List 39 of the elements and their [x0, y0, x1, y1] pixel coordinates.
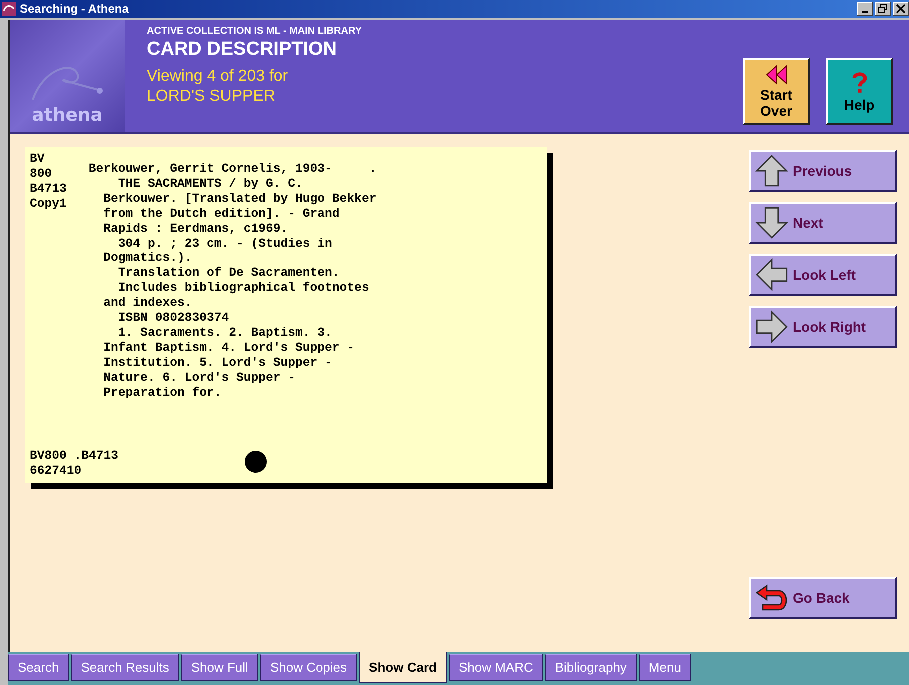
left-arrow-button[interactable]: Look Left	[749, 254, 897, 296]
down-arrow-button[interactable]: Next	[749, 202, 897, 244]
question-mark-icon	[850, 70, 868, 94]
close-icon	[896, 4, 906, 14]
tab[interactable]: Show Copies	[260, 654, 358, 681]
restore-icon	[878, 4, 888, 14]
app-icon	[2, 2, 16, 16]
arrow-right-icon	[755, 310, 789, 344]
minimize-icon	[862, 11, 868, 13]
tab[interactable]: Show Full	[181, 654, 258, 681]
page-heading: CARD DESCRIPTION	[147, 39, 338, 61]
arrow-left-icon	[755, 258, 789, 292]
tab[interactable]: Search Results	[71, 654, 180, 681]
shelf-number: BV800 .B4713 6627410	[30, 449, 119, 479]
collection-label: ACTIVE COLLECTION IS ML - MAIN LIBRARY	[147, 26, 362, 37]
up-arrow-button[interactable]: Previous	[749, 150, 897, 192]
search-query: LORD'S SUPPER	[147, 87, 276, 107]
logo-text: athena	[32, 105, 103, 126]
rewind-icon	[764, 64, 788, 84]
card-description: Berkouwer, Gerrit Cornelis, 1903- . THE SACRAMENTS / by G. C. Berkouwer. [Translated by Hugo Bekker from the Dutch edition]. - Grand Rapids : Eerdmans, c1969. 304 p. ; 23 cm. - (Studies in Dogmatics.). Translation of De Sacramenten. Includes bibliographical footnotes and indexes. ISBN 0802830374 1. Sacraments. 2. Baptism. 3. Infant Baptism. 4. Lord's Supper - Institution. 5. Lord's Supper - Nature. 6. Lord's Supper - Preparation for.	[88, 161, 377, 400]
right-arrow-button[interactable]: Look Right	[749, 306, 897, 348]
help-button[interactable]: Help	[826, 58, 893, 125]
viewing-count: Viewing 4 of 203 for	[147, 67, 288, 87]
restore-button[interactable]	[875, 2, 891, 16]
minimize-button[interactable]	[857, 2, 873, 16]
tab[interactable]: Bibliography	[545, 654, 637, 681]
start-over-button[interactable]: Start Over	[743, 58, 810, 125]
card-hole-icon	[244, 450, 268, 474]
tab[interactable]: Show Card	[359, 652, 447, 683]
close-button[interactable]	[893, 2, 909, 16]
tab[interactable]: Menu	[638, 654, 692, 681]
u-turn-arrow-icon	[755, 584, 789, 612]
window-title: Searching - Athena	[20, 2, 130, 16]
arrow-down-icon	[755, 206, 789, 240]
tab[interactable]: Show MARC	[448, 654, 544, 681]
go-back-button[interactable]: Go Back	[749, 577, 897, 619]
arrow-up-icon	[755, 154, 789, 188]
call-number: BV 800 B4713 Copy1	[30, 152, 67, 213]
tab[interactable]: Search	[8, 654, 70, 681]
